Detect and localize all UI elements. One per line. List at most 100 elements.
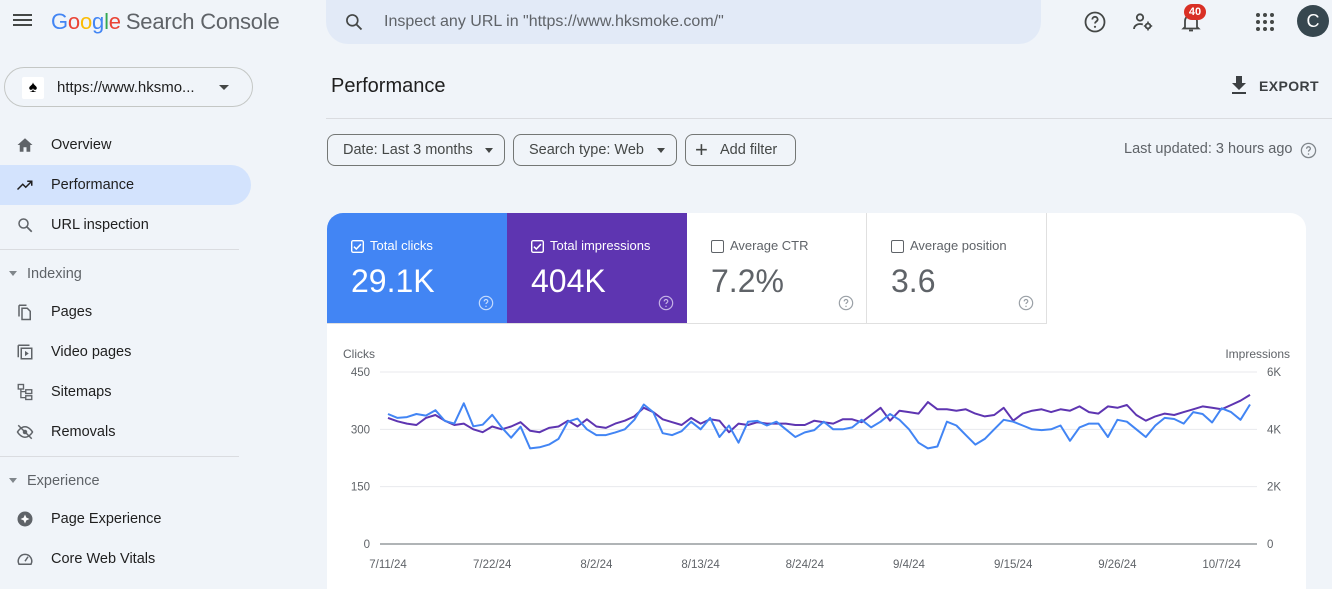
sidebar-item-page-experience[interactable]: Page Experience [0, 499, 251, 539]
help-circle-icon[interactable] [1300, 142, 1317, 159]
x-tick-label: 8/24/24 [786, 559, 825, 571]
export-label: EXPORT [1259, 78, 1319, 94]
y-tick-label-right: 6K [1267, 367, 1281, 379]
sidebar-section-label: Experience [27, 473, 100, 489]
metric-tile-total-impressions[interactable]: Total impressions 404K [507, 213, 687, 324]
notification-count-badge: 40 [1184, 4, 1206, 20]
y-axis-left-title: Clicks [343, 347, 375, 361]
apps-grid-icon[interactable] [1253, 10, 1277, 34]
y-tick-label-left: 450 [351, 367, 370, 379]
help-icon[interactable] [1083, 10, 1107, 34]
user-settings-icon[interactable] [1131, 10, 1155, 34]
account-avatar[interactable]: C [1297, 5, 1329, 37]
y-tick-label-left: 0 [364, 539, 370, 551]
search-icon[interactable] [344, 12, 364, 32]
chevron-down-icon [219, 85, 229, 90]
help-circle-icon[interactable] [1018, 295, 1034, 311]
metric-label: Average position [910, 238, 1007, 253]
property-selector[interactable]: ♠ https://www.hksmo... [4, 67, 253, 107]
chevron-down-icon [485, 148, 493, 153]
metric-tile-total-clicks[interactable]: Total clicks 29.1K [327, 213, 507, 324]
search-icon [18, 218, 33, 233]
trending-up-icon [16, 180, 33, 191]
x-tick-label: 10/7/24 [1202, 559, 1241, 571]
checkbox-checked-icon[interactable] [351, 240, 364, 253]
logo-letter: o [67, 9, 80, 34]
y-tick-label-right: 2K [1267, 482, 1281, 494]
metric-label: Total clicks [370, 238, 433, 253]
add-filter-label: Add filter [720, 142, 778, 158]
page-experience-icon [17, 511, 33, 527]
performance-chart[interactable]: Clicks Impressions 450 300 150 0 6K 4K 2K 0 7/… [327, 333, 1306, 589]
sidebar-section-experience[interactable]: Experience [0, 463, 270, 499]
checkbox-checked-icon[interactable] [531, 240, 544, 253]
logo-letter: G [51, 9, 68, 34]
sidebar-item-pages[interactable]: Pages [0, 292, 251, 332]
sidebar-item-performance[interactable]: Performance [0, 165, 251, 205]
sidebar-section-label: Indexing [27, 266, 82, 282]
home-icon [17, 138, 33, 152]
x-tick-label: 7/11/24 [369, 559, 407, 571]
search-type-filter-chip[interactable]: Search type: Web [513, 134, 677, 166]
metric-value: 3.6 [891, 263, 936, 299]
collapse-triangle-icon [9, 478, 17, 483]
sidebar-item-label: URL inspection [51, 217, 149, 233]
sidebar-divider [0, 456, 239, 457]
help-circle-icon[interactable] [478, 295, 494, 311]
date-filter-label: Date: Last 3 months [343, 142, 473, 158]
checkbox-unchecked-icon[interactable] [711, 240, 724, 253]
header-divider [326, 118, 1332, 119]
sidebar-item-overview[interactable]: Overview [0, 125, 251, 165]
pages-icon [18, 304, 31, 321]
x-tick-label: 9/26/24 [1098, 559, 1137, 571]
sidebar-item-removals[interactable]: Removals [0, 412, 251, 452]
logo-letter: e [108, 9, 121, 34]
sidebar-item-url-inspection[interactable]: URL inspection [0, 205, 251, 245]
main-menu-icon[interactable] [12, 11, 34, 33]
metric-tile-average-ctr[interactable]: Average CTR 7.2% [687, 213, 867, 324]
date-filter-chip[interactable]: Date: Last 3 months [327, 134, 505, 166]
help-circle-icon[interactable] [838, 295, 854, 311]
metric-value: 404K [531, 263, 606, 299]
y-tick-label-left: 300 [351, 424, 370, 436]
logo-letter: g [92, 9, 105, 34]
sidebar-section-indexing[interactable]: Indexing [0, 256, 270, 292]
add-filter-button[interactable]: + Add filter [685, 134, 796, 166]
url-inspection-search [326, 0, 1041, 44]
last-updated-text: Last updated: 3 hours ago [1124, 141, 1293, 157]
series-line-clicks [387, 402, 1251, 450]
x-tick-label: 7/22/24 [473, 559, 512, 571]
sitemap-icon [17, 383, 33, 401]
metric-tile-average-position[interactable]: Average position 3.6 [867, 213, 1047, 324]
checkbox-unchecked-icon[interactable] [891, 240, 904, 253]
property-url: https://www.hksmo... [57, 79, 195, 96]
help-circle-icon[interactable] [658, 295, 674, 311]
sidebar-divider [0, 249, 239, 250]
x-tick-label: 8/13/24 [681, 559, 720, 571]
sidebar-item-core-web-vitals[interactable]: Core Web Vitals [0, 539, 251, 579]
sidebar-item-label: Video pages [51, 344, 132, 360]
app-logo[interactable]: Google Search Console [51, 9, 280, 35]
sidebar-item-label: Page Experience [51, 511, 162, 527]
collapse-triangle-icon [9, 271, 17, 276]
metric-value: 29.1K [351, 263, 435, 299]
performance-chart-svg: Clicks Impressions 450 300 150 0 6K 4K 2K 0 7/… [343, 347, 1290, 571]
sidebar-item-sitemaps[interactable]: Sitemaps [0, 372, 251, 412]
metric-label: Average CTR [730, 238, 809, 253]
property-favicon-icon: ♠ [22, 77, 44, 99]
sidebar-item-label: Performance [51, 177, 135, 193]
page-title: Performance [331, 75, 446, 97]
plus-icon: + [695, 137, 708, 162]
logo-letter: o [79, 9, 93, 34]
product-name: Search Console [125, 9, 280, 34]
top-app-bar: GoogleSearch Console 40 C [0, 0, 1332, 44]
video-pages-icon [17, 344, 33, 360]
url-inspection-input[interactable] [384, 10, 1004, 34]
chevron-down-icon [657, 148, 665, 153]
y-tick-label-right: 0 [1267, 539, 1273, 551]
sidebar-item-video-pages[interactable]: Video pages [0, 332, 251, 372]
sidebar-nav: Overview Performance URL inspection Inde… [0, 125, 270, 579]
sidebar-item-label: Removals [51, 424, 116, 440]
x-tick-label: 9/4/24 [893, 559, 926, 571]
y-axis-right-title: Impressions [1225, 347, 1290, 361]
